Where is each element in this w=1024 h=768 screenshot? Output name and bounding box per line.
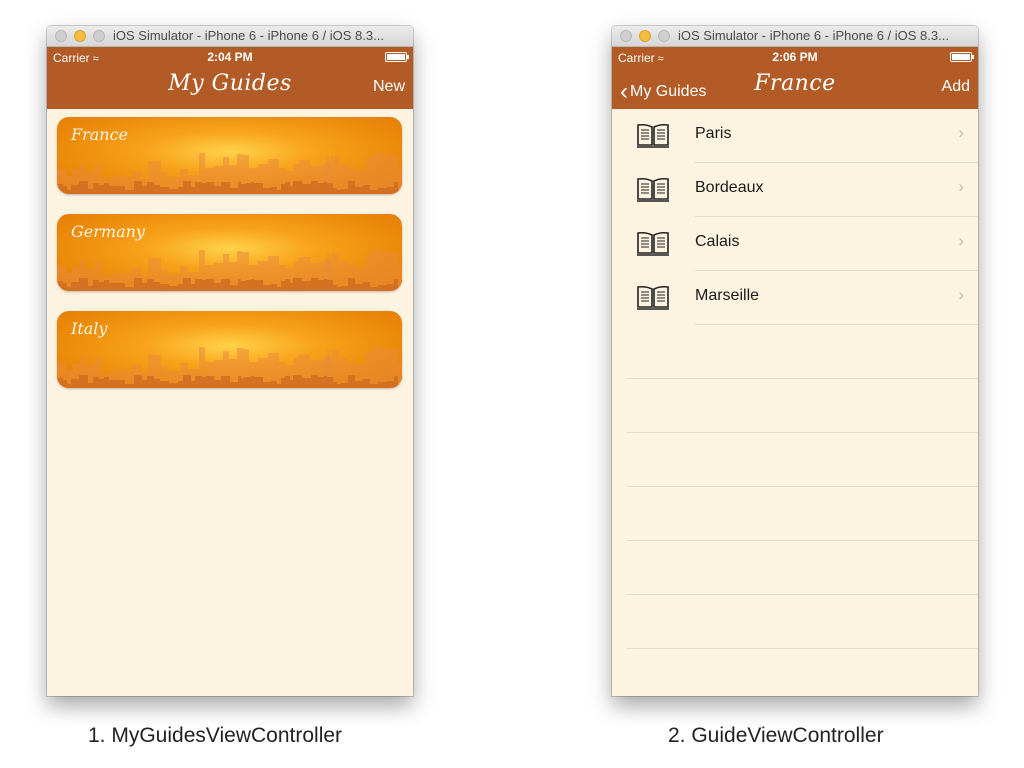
status-time: 2:06 PM: [772, 50, 818, 64]
nav-title: My Guides: [168, 71, 292, 96]
city-row-calais[interactable]: Calais ›: [612, 216, 978, 270]
chevron-right-icon: ›: [958, 177, 964, 196]
caption-right: 2. GuideViewController: [668, 724, 884, 747]
battery-icon: [385, 52, 409, 62]
close-window-button[interactable]: [620, 30, 632, 42]
book-icon: [637, 123, 669, 148]
city-name: Marseille: [695, 287, 760, 304]
guide-card-label: France: [71, 125, 129, 144]
zoom-window-button[interactable]: [93, 30, 105, 42]
skyline-image: [57, 347, 402, 388]
empty-row-separator: [627, 594, 978, 595]
chevron-right-icon: ›: [958, 285, 964, 304]
chevron-right-icon: ›: [958, 123, 964, 142]
caption-left: 1. MyGuidesViewController: [88, 724, 343, 747]
new-guide-button[interactable]: New: [373, 78, 405, 96]
empty-row-separator: [627, 486, 978, 487]
battery-icon: [950, 52, 974, 62]
status-bar: Carrier ≈ 2:04 PM: [47, 47, 413, 67]
window-titlebar[interactable]: iOS Simulator - iPhone 6 - iPhone 6 / iO…: [612, 26, 978, 47]
add-button[interactable]: Add: [942, 78, 970, 96]
empty-row-separator: [627, 540, 978, 541]
skyline-image: [57, 250, 402, 291]
status-bar: Carrier ≈ 2:06 PM: [612, 47, 978, 67]
book-icon: [637, 231, 669, 256]
zoom-window-button[interactable]: [658, 30, 670, 42]
guide-simulator-window: iOS Simulator - iPhone 6 - iPhone 6 / iO…: [612, 26, 978, 696]
city-name: Bordeaux: [695, 179, 764, 196]
book-icon: [637, 285, 669, 310]
city-row-paris[interactable]: Paris ›: [612, 108, 978, 162]
chevron-right-icon: ›: [958, 231, 964, 250]
guide-card-label: Germany: [71, 222, 145, 241]
city-name: Calais: [695, 233, 740, 250]
empty-row-separator: [627, 432, 978, 433]
window-title: iOS Simulator - iPhone 6 - iPhone 6 / iO…: [678, 28, 949, 43]
empty-row-separator: [627, 378, 978, 379]
skyline-image: [57, 153, 402, 194]
city-name: Paris: [695, 125, 732, 142]
navigation-bar: Carrier ≈ 2:06 PM ‹ My Guides France Add: [612, 47, 978, 109]
row-separator: [695, 324, 978, 325]
close-window-button[interactable]: [55, 30, 67, 42]
guide-card-label: Italy: [71, 319, 108, 338]
minimize-window-button[interactable]: [639, 30, 651, 42]
empty-row-separator: [627, 648, 978, 649]
book-icon: [637, 177, 669, 202]
guide-card-france[interactable]: France: [57, 117, 402, 194]
my-guides-simulator-window: iOS Simulator - iPhone 6 - iPhone 6 / iO…: [47, 26, 413, 696]
navigation-bar: Carrier ≈ 2:04 PM My Guides New: [47, 47, 413, 109]
window-titlebar[interactable]: iOS Simulator - iPhone 6 - iPhone 6 / iO…: [47, 26, 413, 47]
minimize-window-button[interactable]: [74, 30, 86, 42]
status-time: 2:04 PM: [207, 50, 253, 64]
guide-card-italy[interactable]: Italy: [57, 311, 402, 388]
guide-card-germany[interactable]: Germany: [57, 214, 402, 291]
city-row-marseille[interactable]: Marseille ›: [612, 270, 978, 324]
window-title: iOS Simulator - iPhone 6 - iPhone 6 / iO…: [113, 28, 384, 43]
city-row-bordeaux[interactable]: Bordeaux ›: [612, 162, 978, 216]
nav-title: France: [754, 71, 836, 96]
